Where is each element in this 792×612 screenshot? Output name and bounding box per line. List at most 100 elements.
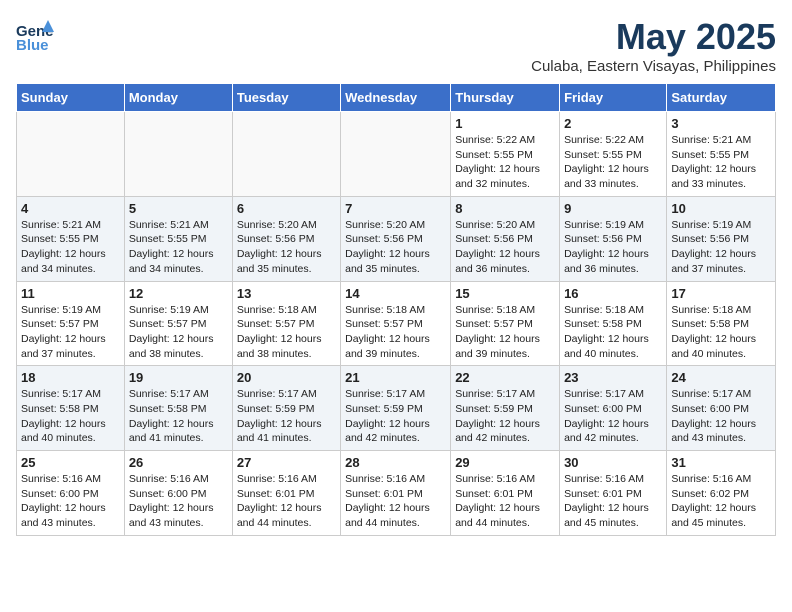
day-number: 2 (564, 116, 662, 131)
day-cell-23: 23 Sunrise: 5:17 AM Sunset: 6:00 PM Dayli… (560, 366, 667, 451)
day-cell-10: 10 Sunrise: 5:19 AM Sunset: 5:56 PM Dayli… (667, 196, 776, 281)
day-number: 31 (671, 455, 771, 470)
day-cell-25: 25 Sunrise: 5:16 AM Sunset: 6:00 PM Dayli… (17, 451, 125, 536)
day-number: 14 (345, 286, 446, 301)
day-cell-19: 19 Sunrise: 5:17 AM Sunset: 5:58 PM Dayli… (124, 366, 232, 451)
day-info: Sunrise: 5:21 AM Sunset: 5:55 PM Dayligh… (129, 218, 228, 277)
day-number: 25 (21, 455, 120, 470)
day-info: Sunrise: 5:17 AM Sunset: 6:00 PM Dayligh… (564, 387, 662, 446)
day-cell-2: 2 Sunrise: 5:22 AM Sunset: 5:55 PM Daylig… (560, 112, 667, 197)
day-number: 22 (455, 370, 555, 385)
day-number: 11 (21, 286, 120, 301)
header-sunday: Sunday (17, 84, 125, 112)
day-number: 16 (564, 286, 662, 301)
day-info: Sunrise: 5:22 AM Sunset: 5:55 PM Dayligh… (564, 133, 662, 192)
day-number: 10 (671, 201, 771, 216)
day-cell-27: 27 Sunrise: 5:16 AM Sunset: 6:01 PM Dayli… (232, 451, 340, 536)
day-info: Sunrise: 5:22 AM Sunset: 5:55 PM Dayligh… (455, 133, 555, 192)
day-number: 23 (564, 370, 662, 385)
day-info: Sunrise: 5:16 AM Sunset: 6:01 PM Dayligh… (564, 472, 662, 531)
day-number: 27 (237, 455, 336, 470)
empty-cell (124, 112, 232, 197)
day-cell-22: 22 Sunrise: 5:17 AM Sunset: 5:59 PM Dayli… (451, 366, 560, 451)
day-cell-1: 1 Sunrise: 5:22 AM Sunset: 5:55 PM Daylig… (451, 112, 560, 197)
day-info: Sunrise: 5:18 AM Sunset: 5:57 PM Dayligh… (345, 303, 446, 362)
day-cell-13: 13Sunrise: 5:18 AM Sunset: 5:57 PM Dayli… (232, 281, 340, 366)
day-number: 13 (237, 286, 336, 301)
day-cell-28: 28Sunrise: 5:16 AM Sunset: 6:01 PM Dayli… (341, 451, 451, 536)
day-cell-31: 31 Sunrise: 5:16 AM Sunset: 6:02 PM Dayli… (667, 451, 776, 536)
day-number: 20 (237, 370, 336, 385)
day-cell-14: 14 Sunrise: 5:18 AM Sunset: 5:57 PM Dayli… (341, 281, 451, 366)
day-cell-18: 18Sunrise: 5:17 AM Sunset: 5:58 PM Dayli… (17, 366, 125, 451)
page-header: General Blue May 2025 Culaba, Eastern Vi… (16, 16, 776, 75)
day-info: Sunrise: 5:18 AM Sunset: 5:58 PM Dayligh… (671, 303, 771, 362)
day-info: Sunrise: 5:16 AM Sunset: 6:00 PM Dayligh… (21, 472, 120, 531)
day-info: Sunrise: 5:20 AM Sunset: 5:56 PM Dayligh… (455, 218, 555, 277)
day-number: 7 (345, 201, 446, 216)
day-cell-4: 4Sunrise: 5:21 AM Sunset: 5:55 PM Daylig… (17, 196, 125, 281)
day-number: 12 (129, 286, 228, 301)
day-number: 3 (671, 116, 771, 131)
day-info: Sunrise: 5:17 AM Sunset: 5:58 PM Dayligh… (129, 387, 228, 446)
week-row-5: 25 Sunrise: 5:16 AM Sunset: 6:00 PM Dayli… (17, 451, 776, 536)
logo: General Blue (16, 16, 54, 54)
day-info: Sunrise: 5:16 AM Sunset: 6:01 PM Dayligh… (237, 472, 336, 531)
location: Culaba, Eastern Visayas, Philippines (531, 58, 776, 75)
header-friday: Friday (560, 84, 667, 112)
title-area: May 2025 Culaba, Eastern Visayas, Philip… (531, 16, 776, 75)
week-row-3: 11 Sunrise: 5:19 AM Sunset: 5:57 PM Dayli… (17, 281, 776, 366)
month-title: May 2025 (531, 16, 776, 58)
day-cell-9: 9 Sunrise: 5:19 AM Sunset: 5:56 PM Daylig… (560, 196, 667, 281)
day-cell-12: 12 Sunrise: 5:19 AM Sunset: 5:57 PM Dayli… (124, 281, 232, 366)
day-cell-11: 11Sunrise: 5:19 AM Sunset: 5:57 PM Dayli… (17, 281, 125, 366)
day-info: Sunrise: 5:18 AM Sunset: 5:57 PM Dayligh… (455, 303, 555, 362)
day-info: Sunrise: 5:17 AM Sunset: 5:59 PM Dayligh… (455, 387, 555, 446)
day-info: Sunrise: 5:16 AM Sunset: 6:01 PM Dayligh… (345, 472, 446, 531)
day-number: 4 (21, 201, 120, 216)
day-number: 6 (237, 201, 336, 216)
day-number: 15 (455, 286, 555, 301)
day-cell-7: 7 Sunrise: 5:20 AM Sunset: 5:56 PM Daylig… (341, 196, 451, 281)
week-row-1: 1 Sunrise: 5:22 AM Sunset: 5:55 PM Daylig… (17, 112, 776, 197)
day-info: Sunrise: 5:17 AM Sunset: 5:59 PM Dayligh… (237, 387, 336, 446)
day-number: 1 (455, 116, 555, 131)
day-info: Sunrise: 5:19 AM Sunset: 5:56 PM Dayligh… (564, 218, 662, 277)
header-tuesday: Tuesday (232, 84, 340, 112)
day-info: Sunrise: 5:18 AM Sunset: 5:58 PM Dayligh… (564, 303, 662, 362)
day-info: Sunrise: 5:20 AM Sunset: 5:56 PM Dayligh… (237, 218, 336, 277)
day-info: Sunrise: 5:20 AM Sunset: 5:56 PM Dayligh… (345, 218, 446, 277)
week-row-4: 18Sunrise: 5:17 AM Sunset: 5:58 PM Dayli… (17, 366, 776, 451)
day-number: 26 (129, 455, 228, 470)
day-info: Sunrise: 5:16 AM Sunset: 6:01 PM Dayligh… (455, 472, 555, 531)
day-info: Sunrise: 5:16 AM Sunset: 6:02 PM Dayligh… (671, 472, 771, 531)
day-number: 17 (671, 286, 771, 301)
day-cell-6: 6 Sunrise: 5:20 AM Sunset: 5:56 PM Daylig… (232, 196, 340, 281)
day-cell-15: 15 Sunrise: 5:18 AM Sunset: 5:57 PM Dayli… (451, 281, 560, 366)
day-info: Sunrise: 5:19 AM Sunset: 5:56 PM Dayligh… (671, 218, 771, 277)
day-number: 21 (345, 370, 446, 385)
day-number: 8 (455, 201, 555, 216)
header-thursday: Thursday (451, 84, 560, 112)
day-number: 19 (129, 370, 228, 385)
header-saturday: Saturday (667, 84, 776, 112)
day-number: 5 (129, 201, 228, 216)
day-cell-30: 30Sunrise: 5:16 AM Sunset: 6:01 PM Dayli… (560, 451, 667, 536)
day-cell-24: 24 Sunrise: 5:17 AM Sunset: 6:00 PM Dayli… (667, 366, 776, 451)
day-cell-20: 20 Sunrise: 5:17 AM Sunset: 5:59 PM Dayli… (232, 366, 340, 451)
calendar-header-row: SundayMondayTuesdayWednesdayThursdayFrid… (17, 84, 776, 112)
day-number: 29 (455, 455, 555, 470)
empty-cell (341, 112, 451, 197)
day-number: 24 (671, 370, 771, 385)
svg-text:Blue: Blue (16, 37, 49, 54)
day-info: Sunrise: 5:19 AM Sunset: 5:57 PM Dayligh… (129, 303, 228, 362)
day-info: Sunrise: 5:16 AM Sunset: 6:00 PM Dayligh… (129, 472, 228, 531)
header-wednesday: Wednesday (341, 84, 451, 112)
header-monday: Monday (124, 84, 232, 112)
day-info: Sunrise: 5:21 AM Sunset: 5:55 PM Dayligh… (671, 133, 771, 192)
day-cell-5: 5 Sunrise: 5:21 AM Sunset: 5:55 PM Daylig… (124, 196, 232, 281)
day-number: 9 (564, 201, 662, 216)
day-info: Sunrise: 5:17 AM Sunset: 6:00 PM Dayligh… (671, 387, 771, 446)
empty-cell (17, 112, 125, 197)
day-cell-29: 29 Sunrise: 5:16 AM Sunset: 6:01 PM Dayli… (451, 451, 560, 536)
